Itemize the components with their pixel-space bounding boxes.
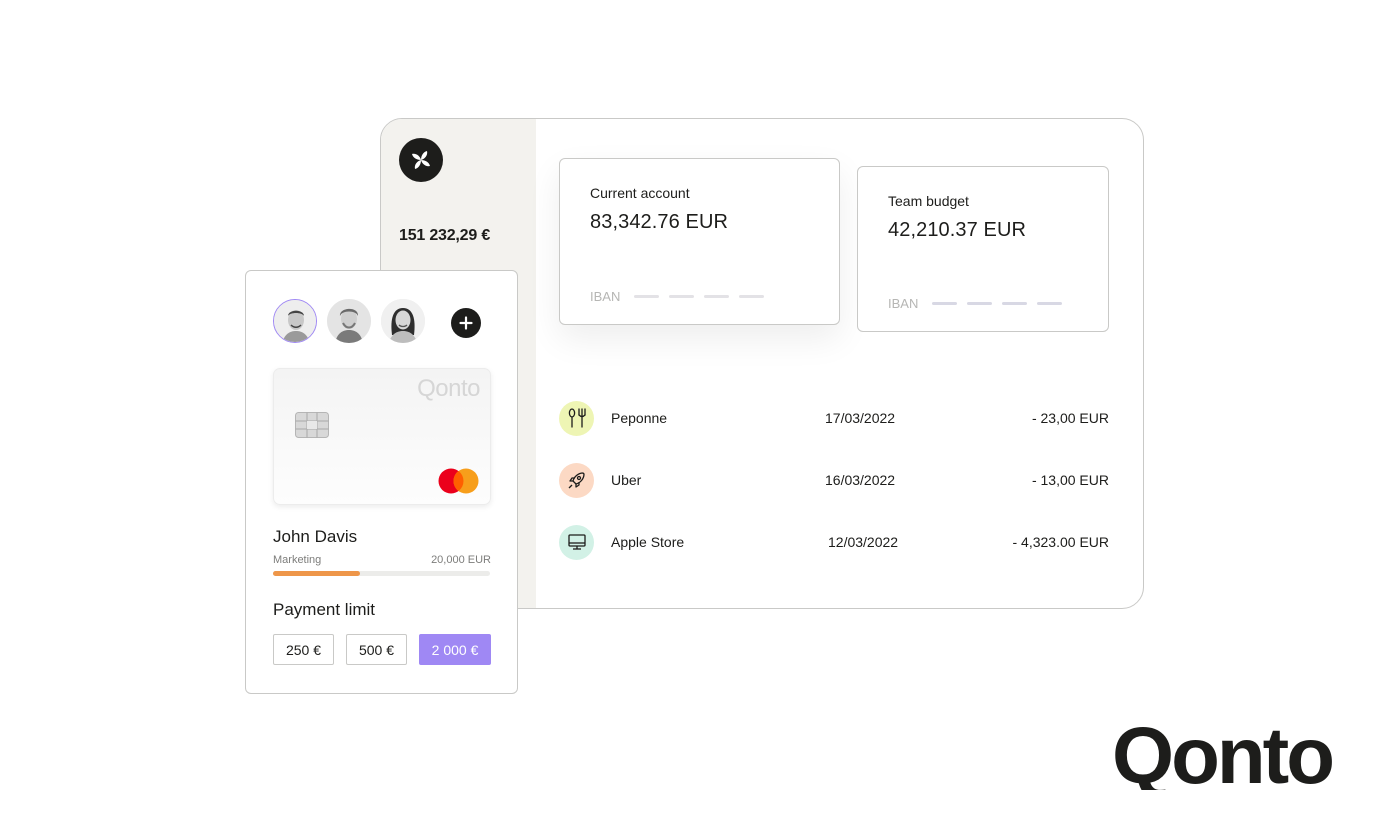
transaction-amount: - 4,323.00 EUR [1012,534,1110,550]
iban-mask-dash [739,295,765,298]
transaction-name: Apple Store [611,534,685,550]
limit-option-250[interactable]: 250 € [273,634,334,665]
qonto-wordmark-logo: Qonto [1112,716,1334,790]
cardholder-team: Marketing [273,554,322,566]
payment-card[interactable]: Qonto [273,368,491,505]
transaction-date: 17/03/2022 [825,410,896,426]
account-label: Team budget [888,193,969,209]
spend-progress-bar [273,571,490,576]
app-logo-icon[interactable] [399,138,443,182]
avatar[interactable] [381,299,425,343]
add-user-button[interactable] [451,308,481,338]
team-budget-card[interactable]: Team budget 42,210.37 EUR IBAN [857,166,1109,332]
limit-option-500[interactable]: 500 € [346,634,407,665]
card-chip-icon [295,412,329,438]
transaction-row[interactable]: Apple Store 12/03/2022 - 4,323.00 EUR [559,524,1109,560]
iban-label: IBAN [590,289,621,304]
account-amount: 83,342.76 EUR [590,211,729,233]
total-balance: 151 232,29 € [399,227,491,244]
cardholder-limit: 20,000 EUR [431,554,491,566]
monitor-icon [559,524,594,560]
mastercard-logo-icon [438,468,479,494]
cardholder-name: John Davis [273,527,358,546]
qonto-wordmark-text: Qonto [1112,716,1332,790]
card-brand-logo: Qonto [417,375,480,402]
transaction-name: Uber [611,472,642,488]
transaction-row[interactable]: Uber 16/03/2022 - 13,00 EUR [559,462,1109,498]
avatar[interactable] [327,299,371,343]
iban-mask-dash [967,302,993,305]
transaction-name: Peponne [611,410,668,426]
current-account-card[interactable]: Current account 83,342.76 EUR IBAN [559,158,840,325]
transaction-row[interactable]: Peponne 17/03/2022 - 23,00 EUR [559,400,1109,436]
iban-mask-dash [634,295,660,298]
iban-label: IBAN [888,296,919,311]
transaction-amount: - 13,00 EUR [1031,472,1109,488]
avatar[interactable] [273,299,317,343]
iban-row: IBAN [590,289,765,304]
spend-progress-fill [273,571,360,576]
transaction-amount: - 23,00 EUR [1031,410,1109,426]
limit-option-2000[interactable]: 2 000 € [419,634,491,665]
iban-mask-dash [932,302,958,305]
transaction-date: 12/03/2022 [828,534,899,550]
iban-mask-dash [704,295,730,298]
iban-mask-dash [1037,302,1063,305]
transaction-date: 16/03/2022 [825,472,896,488]
iban-mask-dash [1002,302,1028,305]
fork-knife-icon [559,400,594,436]
account-label: Current account [590,185,690,201]
payment-limit-title: Payment limit [273,600,376,619]
iban-mask-dash [669,295,695,298]
plus-icon [459,316,473,330]
iban-row: IBAN [888,296,1063,311]
card-management-panel: Qonto John Davis Marketing 20,000 EUR Pa… [245,270,518,694]
account-amount: 42,210.37 EUR [888,219,1027,241]
rocket-icon [559,462,594,498]
